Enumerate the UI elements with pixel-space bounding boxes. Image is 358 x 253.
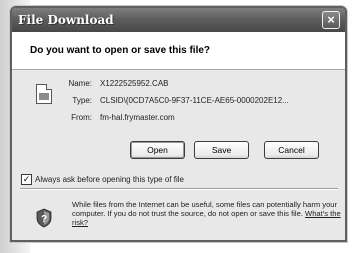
close-button[interactable]: × bbox=[322, 11, 340, 29]
screenshot-frame: File Download × Do you want to open or s… bbox=[0, 0, 358, 253]
name-label: Name: bbox=[68, 79, 92, 88]
close-icon: × bbox=[327, 12, 335, 27]
shield-question-icon: ? bbox=[36, 208, 52, 228]
save-button[interactable]: Save bbox=[194, 141, 249, 159]
question-panel: Do you want to open or save this file? bbox=[12, 32, 345, 70]
open-button[interactable]: Open bbox=[130, 141, 185, 159]
file-download-dialog: File Download × Do you want to open or s… bbox=[10, 6, 347, 242]
question-text: Do you want to open or save this file? bbox=[30, 45, 211, 56]
always-ask-checkbox[interactable]: ✓ bbox=[21, 174, 32, 185]
always-ask-label[interactable]: Always ask before opening this type of f… bbox=[35, 175, 184, 184]
title-bar: File Download × bbox=[12, 8, 345, 32]
type-label: Type: bbox=[72, 96, 92, 105]
cancel-button[interactable]: Cancel bbox=[264, 141, 319, 159]
divider bbox=[20, 188, 338, 190]
warning-text: While files from the Internet can be use… bbox=[72, 200, 338, 218]
always-ask-row: ✓ Always ask before opening this type of… bbox=[21, 174, 184, 185]
svg-text:?: ? bbox=[41, 214, 47, 225]
type-value: CLSID\{0CD7A5C0-9F37-11CE-AE65-0000202E1… bbox=[100, 96, 289, 105]
warning-message: While files from the Internet can be use… bbox=[72, 200, 342, 227]
name-value: X1222525952.CAB bbox=[100, 79, 169, 88]
from-label: From: bbox=[71, 113, 92, 122]
dialog-title: File Download bbox=[18, 13, 114, 27]
from-value: fm-hal.frymaster.com bbox=[100, 113, 175, 122]
